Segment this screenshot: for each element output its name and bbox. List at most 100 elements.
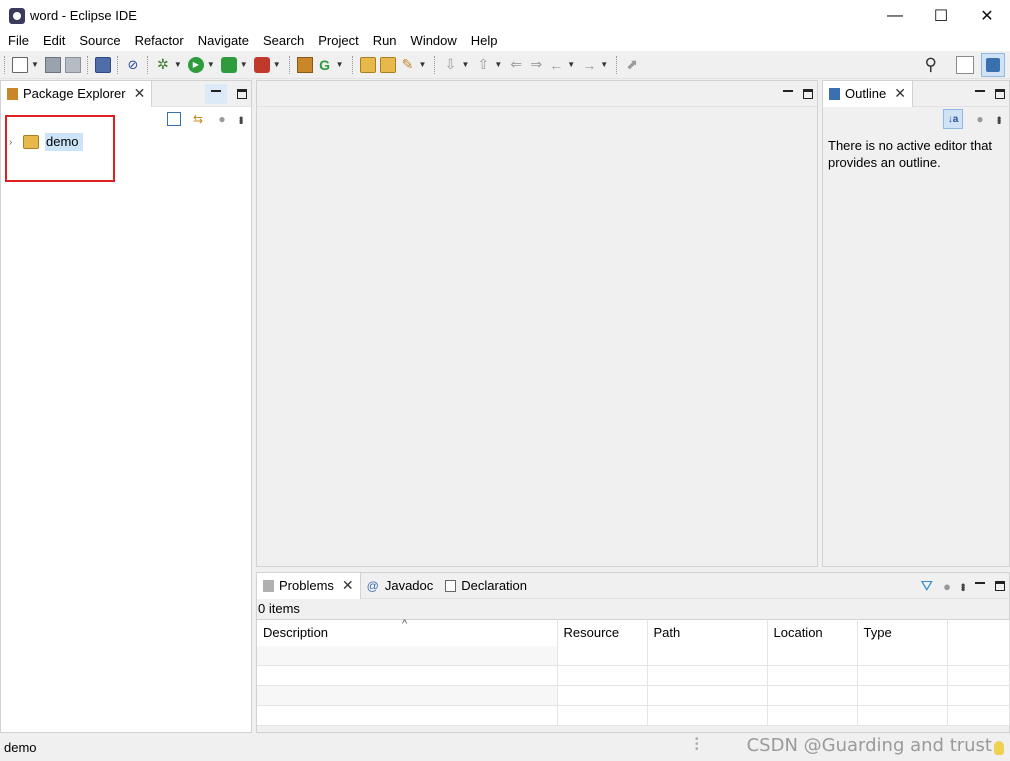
menu-refactor[interactable]: Refactor: [128, 31, 191, 51]
close-icon[interactable]: ✕: [894, 85, 906, 102]
external-tools-icon[interactable]: [253, 56, 270, 73]
menu-edit[interactable]: Edit: [36, 31, 72, 51]
declaration-icon: [445, 579, 457, 592]
column-header-location[interactable]: Location: [767, 619, 858, 646]
menu-file[interactable]: File: [0, 31, 36, 51]
minimize-editor-icon[interactable]: [783, 90, 793, 92]
open-task-icon[interactable]: [379, 56, 396, 73]
debug-icon[interactable]: ✲: [155, 56, 171, 73]
outline-icon: [829, 87, 840, 100]
forward-icon[interactable]: →: [581, 57, 597, 73]
next-annotation-dropdown-icon[interactable]: ▼: [461, 60, 469, 69]
minimize-button[interactable]: —: [872, 0, 918, 31]
filter-icon[interactable]: ⛛: [921, 578, 934, 595]
table-header-row: Description ^ Resource Path Location Type: [257, 618, 1010, 646]
minimize-view-icon[interactable]: [975, 582, 985, 584]
maximize-view-icon[interactable]: [237, 89, 247, 99]
toolbar-grip[interactable]: [434, 55, 437, 74]
column-header-type[interactable]: Type: [857, 619, 948, 646]
open-type-icon[interactable]: [359, 56, 376, 73]
toolbar-grip[interactable]: [116, 55, 120, 74]
table-row: [257, 685, 1010, 706]
toolbar-grip[interactable]: [146, 55, 150, 74]
toolbar-grip[interactable]: [616, 55, 619, 74]
maximize-view-icon[interactable]: [995, 581, 1005, 591]
new-file-icon[interactable]: [12, 56, 28, 73]
maximize-editor-icon[interactable]: [803, 89, 813, 99]
collapse-all-icon[interactable]: [167, 112, 181, 126]
back-dropdown-icon[interactable]: ▼: [567, 60, 575, 69]
maximize-button[interactable]: ☐: [918, 0, 964, 31]
column-header-description[interactable]: Description ^: [257, 618, 558, 646]
sort-alphabetically-icon[interactable]: ↓a: [943, 109, 963, 129]
new-dropdown-icon[interactable]: ▼: [31, 60, 39, 69]
previous-annotation-icon[interactable]: ⇧: [475, 56, 491, 73]
menu-source[interactable]: Source: [72, 31, 127, 51]
coverage-dropdown-icon[interactable]: ▼: [240, 60, 248, 69]
tab-declaration[interactable]: Declaration: [439, 573, 533, 599]
new-class-icon[interactable]: G: [317, 57, 333, 73]
column-header-path[interactable]: Path: [647, 619, 768, 646]
search-marker-icon[interactable]: ✎: [400, 56, 416, 73]
close-icon[interactable]: ✕: [134, 85, 146, 102]
view-menu-icon[interactable]: •••: [234, 116, 248, 123]
maximize-view-icon[interactable]: [995, 89, 1005, 99]
toolbar-grip[interactable]: [86, 55, 90, 74]
menu-run[interactable]: Run: [366, 31, 404, 51]
external-tools-dropdown-icon[interactable]: ▼: [273, 60, 281, 69]
status-grip-icon: • • •: [695, 734, 699, 755]
tab-label: Package Explorer: [23, 86, 126, 101]
save-all-icon[interactable]: [64, 56, 81, 73]
minimize-view-icon[interactable]: [975, 90, 985, 92]
toolbar-grip[interactable]: [351, 55, 355, 74]
close-button[interactable]: ✕: [964, 0, 1010, 31]
pin-editor-icon[interactable]: ⬈: [624, 56, 640, 73]
filters-icon[interactable]: ●: [215, 112, 229, 126]
java-perspective-icon[interactable]: [981, 53, 1005, 77]
forward-dropdown-icon[interactable]: ▼: [600, 60, 608, 69]
lightbulb-icon[interactable]: [994, 741, 1004, 755]
menu-project[interactable]: Project: [311, 31, 365, 51]
new-class-dropdown-icon[interactable]: ▼: [336, 60, 344, 69]
new-package-icon[interactable]: [296, 56, 313, 73]
search-dropdown-icon[interactable]: ▼: [419, 60, 427, 69]
run-icon[interactable]: ▶: [187, 56, 204, 73]
link-with-editor-icon[interactable]: ⇆: [191, 112, 205, 126]
skip-breakpoints-icon[interactable]: ⊘: [125, 57, 141, 73]
next-annotation-icon[interactable]: ⇩: [442, 56, 458, 73]
back-icon[interactable]: ←: [548, 57, 564, 73]
previous-annotation-dropdown-icon[interactable]: ▼: [494, 60, 502, 69]
search-icon[interactable]: ⚲: [925, 55, 937, 75]
menu-window[interactable]: Window: [404, 31, 464, 51]
coverage-icon[interactable]: [220, 56, 237, 73]
view-menu-icon[interactable]: •••: [992, 116, 1006, 123]
minimize-view-button[interactable]: [205, 84, 227, 104]
filters-icon[interactable]: ●: [943, 579, 951, 594]
title-bar: word - Eclipse IDE — ☐ ✕: [0, 0, 1010, 31]
toolbar-grip[interactable]: [4, 55, 7, 74]
debug-dropdown-icon[interactable]: ▼: [174, 60, 182, 69]
tab-javadoc[interactable]: @ Javadoc: [361, 573, 440, 599]
tab-outline[interactable]: Outline ✕: [823, 80, 913, 107]
tab-problems[interactable]: Problems ✕: [257, 572, 361, 599]
tab-package-explorer[interactable]: Package Explorer ✕: [1, 80, 153, 107]
outline-message: There is no active editor that provides …: [828, 138, 993, 170]
last-edit-location-icon[interactable]: ⇐: [508, 56, 524, 73]
view-menu-icon[interactable]: •••: [956, 583, 970, 590]
menu-search[interactable]: Search: [256, 31, 311, 51]
status-bar: demo • • • CSDN @Guarding and trust: [0, 733, 1010, 761]
menu-help[interactable]: Help: [464, 31, 505, 51]
column-header-resource[interactable]: Resource: [557, 619, 648, 646]
terminal-icon[interactable]: [94, 56, 111, 73]
tab-label: Javadoc: [384, 578, 434, 593]
run-dropdown-icon[interactable]: ▼: [207, 60, 215, 69]
filters-icon[interactable]: ●: [973, 112, 987, 126]
menu-navigate[interactable]: Navigate: [191, 31, 256, 51]
status-text: demo: [4, 739, 37, 755]
open-perspective-icon[interactable]: [956, 56, 974, 74]
tab-label: Declaration: [461, 578, 528, 593]
toolbar-grip[interactable]: [288, 55, 292, 74]
close-icon[interactable]: ✕: [342, 577, 354, 594]
save-icon[interactable]: [44, 56, 61, 73]
forward-edit-icon[interactable]: ⇒: [528, 56, 544, 73]
